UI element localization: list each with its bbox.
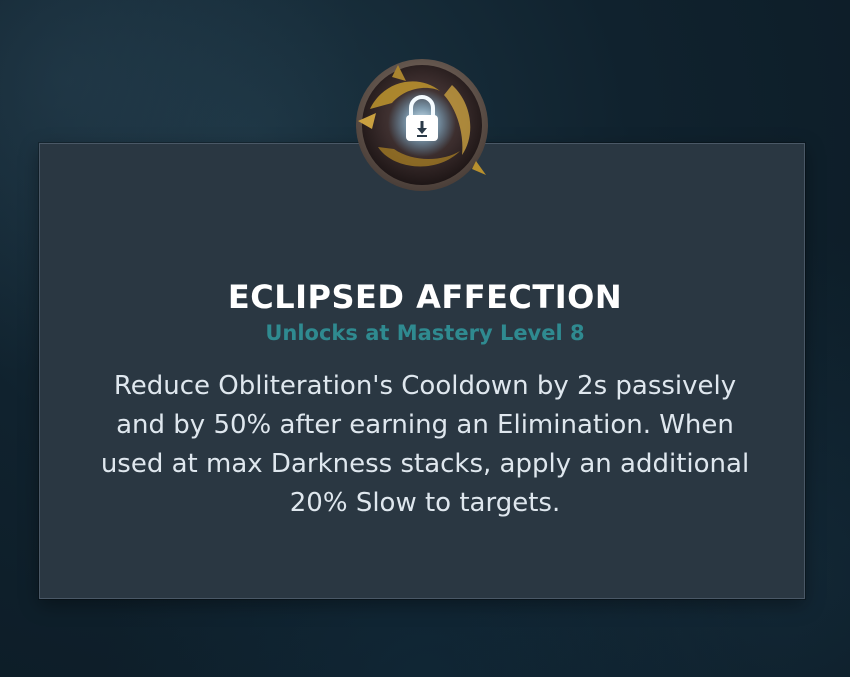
talent-description: Reduce Obliteration's Cooldown by 2s pas… — [100, 371, 750, 518]
talent-title: ECLIPSED AFFECTION — [227, 278, 623, 316]
locked-talent-emblem-icon — [356, 59, 488, 191]
unlock-requirement: Unlocks at Mastery Level 8 — [265, 321, 585, 345]
talent-emblem — [348, 51, 496, 199]
